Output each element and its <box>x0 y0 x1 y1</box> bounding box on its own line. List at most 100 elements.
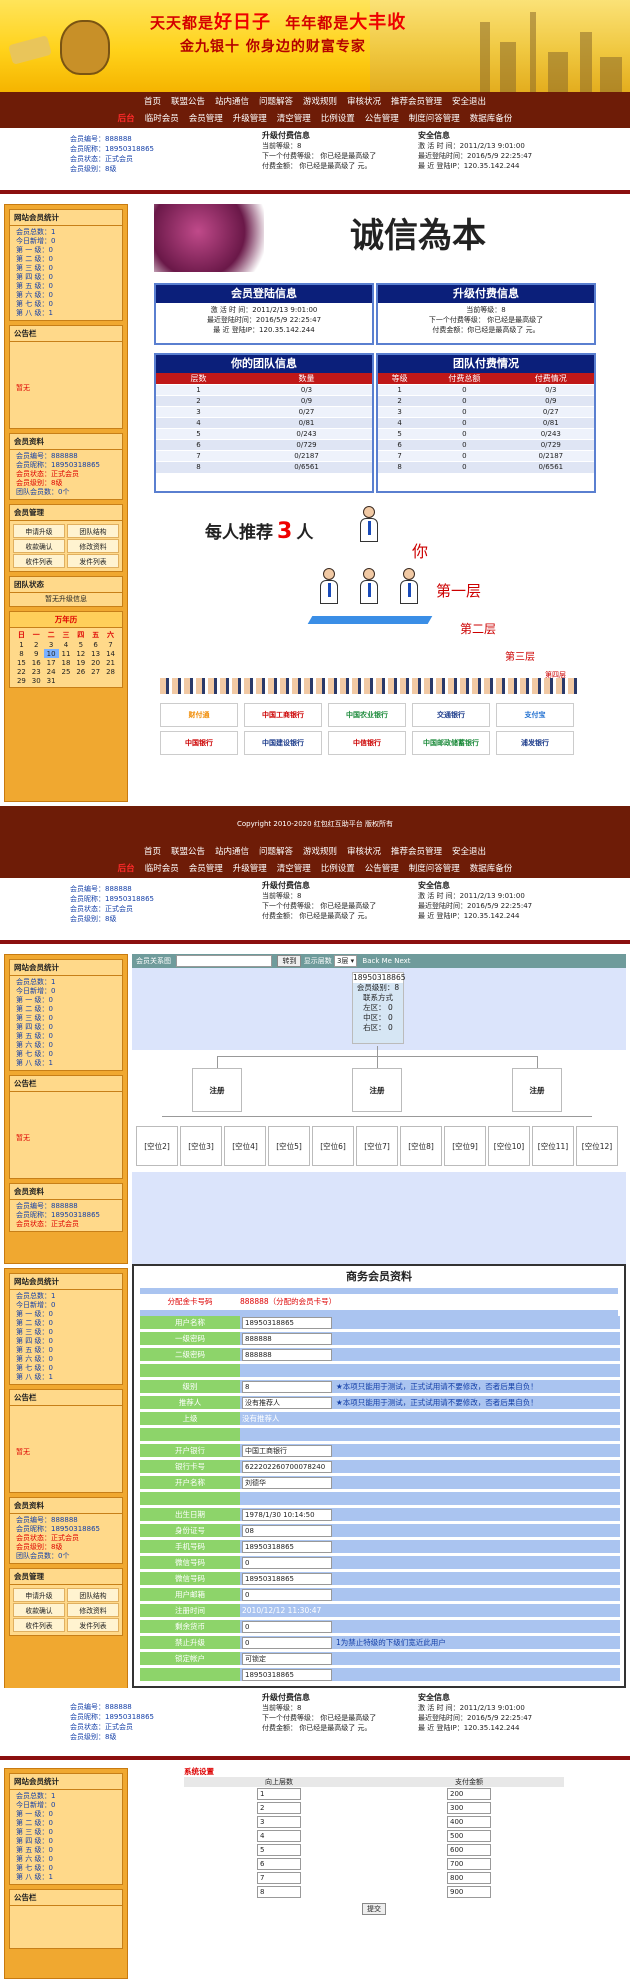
manage-link[interactable]: 申请升级 <box>13 1588 65 1602</box>
nav-item[interactable]: 公告管理 <box>365 112 399 124</box>
calendar-day[interactable]: 12 <box>73 649 88 658</box>
form-input[interactable]: 18950318865 <box>242 1541 332 1553</box>
tree-empty-slot[interactable]: [空位9] <box>444 1126 486 1166</box>
me-link[interactable]: Me <box>382 957 392 965</box>
setting-input[interactable]: 800 <box>447 1872 491 1884</box>
nav-item[interactable]: 游戏规则 <box>303 845 337 857</box>
manage-link[interactable]: 收款确认 <box>13 539 65 553</box>
setting-input[interactable]: 2 <box>257 1802 301 1814</box>
tree-node[interactable]: 注册 <box>192 1068 242 1112</box>
manage-link[interactable]: 申请升级 <box>13 524 65 538</box>
tree-empty-slot[interactable]: [空位3] <box>180 1126 222 1166</box>
manage-link[interactable]: 收款确认 <box>13 1603 65 1617</box>
calendar-day[interactable]: 9 <box>29 649 44 658</box>
tree-empty-slot[interactable]: [空位4] <box>224 1126 266 1166</box>
manage-link[interactable]: 团队结构 <box>67 524 119 538</box>
nav-item[interactable]: 后台 <box>118 862 135 874</box>
calendar-day[interactable]: 1 <box>14 640 29 649</box>
calendar-day[interactable]: 6 <box>88 640 103 649</box>
form-input[interactable]: 0 <box>242 1637 332 1649</box>
nav-item[interactable]: 站内通信 <box>215 95 249 107</box>
tree-empty-slot[interactable]: [空位8] <box>400 1126 442 1166</box>
nav-item[interactable]: 安全退出 <box>452 845 486 857</box>
calendar-day[interactable]: 31 <box>44 676 59 685</box>
form-input[interactable]: 888888 <box>242 1349 332 1361</box>
calendar-day[interactable] <box>73 676 88 685</box>
next-link[interactable]: Next <box>394 957 410 965</box>
form-input[interactable]: 8 <box>242 1381 332 1393</box>
calendar-day[interactable]: 2 <box>29 640 44 649</box>
form-input[interactable]: 18950318865 <box>242 1573 332 1585</box>
nav-item[interactable]: 比例设置 <box>321 862 355 874</box>
nav-item[interactable]: 问题解答 <box>259 95 293 107</box>
setting-input[interactable]: 900 <box>447 1886 491 1898</box>
form-input[interactable]: 1978/1/30 10:14:50 <box>242 1509 332 1521</box>
calendar-day[interactable]: 28 <box>103 667 118 676</box>
tree-empty-slot[interactable]: [空位2] <box>136 1126 178 1166</box>
submit-button[interactable]: 提交 <box>362 1903 386 1915</box>
form-input[interactable]: 18950318865 <box>242 1669 332 1681</box>
form-input[interactable]: 0 <box>242 1621 332 1633</box>
tree-empty-slot[interactable]: [空位10] <box>488 1126 530 1166</box>
tree-empty-slot[interactable]: [空位5] <box>268 1126 310 1166</box>
calendar-day[interactable]: 16 <box>29 658 44 667</box>
setting-input[interactable]: 600 <box>447 1844 491 1856</box>
nav-item[interactable]: 审核状况 <box>347 95 381 107</box>
form-input[interactable]: 中国工商银行 <box>242 1445 332 1457</box>
form-input[interactable]: 没有推荐人 <box>242 1397 332 1409</box>
calendar-day[interactable]: 15 <box>14 658 29 667</box>
manage-link[interactable]: 收件列表 <box>13 1618 65 1632</box>
nav-item[interactable]: 升级管理 <box>233 112 267 124</box>
calendar-day[interactable]: 26 <box>73 667 88 676</box>
form-input[interactable]: 888888 <box>242 1333 332 1345</box>
form-input[interactable]: 18950318865 <box>242 1317 332 1329</box>
form-input[interactable]: 0 <box>242 1557 332 1569</box>
nav-item[interactable]: 游戏规则 <box>303 95 337 107</box>
nav-item[interactable]: 临时会员 <box>145 862 179 874</box>
tree-search-input[interactable] <box>176 955 273 967</box>
calendar-day[interactable]: 11 <box>59 649 74 658</box>
setting-input[interactable]: 200 <box>447 1788 491 1800</box>
calendar-day[interactable]: 8 <box>14 649 29 658</box>
nav-item[interactable]: 审核状况 <box>347 845 381 857</box>
tree-node[interactable]: 注册 <box>352 1068 402 1112</box>
nav-item[interactable]: 制度问答管理 <box>409 862 460 874</box>
calendar-day[interactable]: 20 <box>88 658 103 667</box>
nav-item[interactable]: 首页 <box>144 845 161 857</box>
form-input[interactable]: 0 <box>242 1589 332 1601</box>
setting-input[interactable]: 8 <box>257 1886 301 1898</box>
calendar-day[interactable]: 3 <box>44 640 59 649</box>
tree-empty-slot[interactable]: [空位12] <box>576 1126 618 1166</box>
tree-empty-slot[interactable]: [空位6] <box>312 1126 354 1166</box>
tree-node[interactable]: 注册 <box>512 1068 562 1112</box>
nav-item[interactable]: 会员管理 <box>189 862 223 874</box>
form-input[interactable]: 6222022607000782​40 <box>242 1461 332 1473</box>
back-link[interactable]: Back <box>362 957 379 965</box>
form-input[interactable]: 可锁定 <box>242 1653 332 1665</box>
setting-input[interactable]: 4 <box>257 1830 301 1842</box>
nav-item[interactable]: 升级管理 <box>233 862 267 874</box>
nav-item[interactable]: 安全退出 <box>452 95 486 107</box>
calendar-day[interactable]: 10 <box>43 649 59 658</box>
form-input[interactable]: 08 <box>242 1525 332 1537</box>
nav-item[interactable]: 数据库备份 <box>470 862 513 874</box>
nav-item[interactable]: 联盟公告 <box>171 845 205 857</box>
calendar-day[interactable] <box>88 676 103 685</box>
calendar-day[interactable]: 17 <box>44 658 59 667</box>
calendar-day[interactable]: 14 <box>103 649 118 658</box>
tree-root-node[interactable]: 18950318865 会员级别：8 联系方式 左区： 0 中区： 0 右区： … <box>352 972 406 1044</box>
setting-input[interactable]: 700 <box>447 1858 491 1870</box>
manage-link[interactable]: 修改资料 <box>67 539 119 553</box>
nav-item[interactable]: 联盟公告 <box>171 95 205 107</box>
calendar-day[interactable]: 24 <box>44 667 59 676</box>
calendar-day[interactable]: 18 <box>59 658 74 667</box>
jump-button[interactable]: 转到 <box>277 955 302 967</box>
calendar-day[interactable]: 22 <box>14 667 29 676</box>
calendar-day[interactable]: 21 <box>103 658 118 667</box>
nav-item[interactable]: 站内通信 <box>215 845 249 857</box>
setting-input[interactable]: 3 <box>257 1816 301 1828</box>
calendar-day[interactable]: 29 <box>14 676 29 685</box>
setting-input[interactable]: 7 <box>257 1872 301 1884</box>
form-input[interactable]: 刘德华 <box>242 1477 332 1489</box>
calendar-day[interactable] <box>103 676 118 685</box>
